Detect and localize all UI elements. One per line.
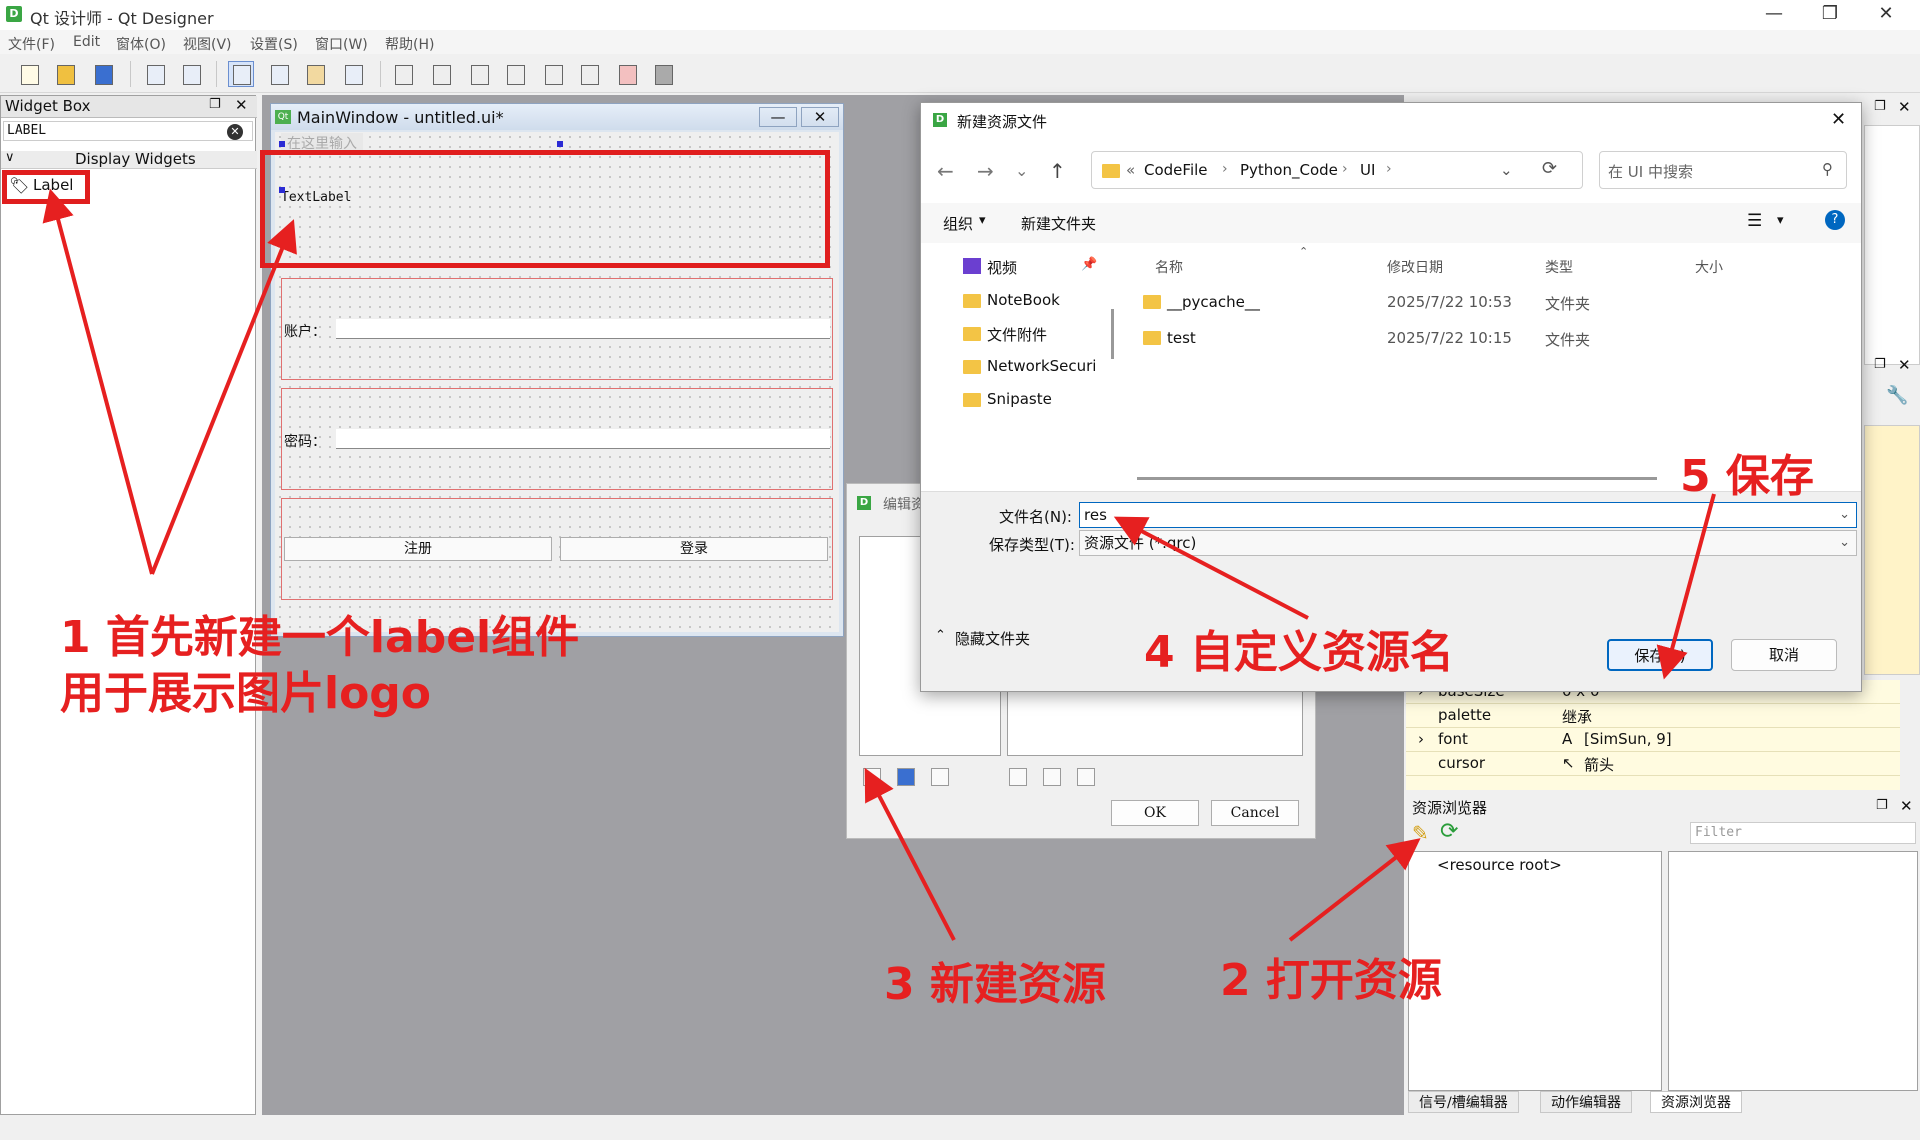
annotation-step-2: 2 打开资源 xyxy=(1220,955,1442,1006)
arrow-to-edit-resources xyxy=(1288,838,1421,942)
arrow-to-label-item xyxy=(42,188,154,575)
annotation-step-3: 3 新建资源 xyxy=(884,959,1106,1010)
annotation-step-5: 5 保存 xyxy=(1680,451,1814,502)
arrow-to-text-label xyxy=(150,219,297,575)
arrow-to-save-button xyxy=(1656,493,1716,680)
annotation-step-1-line1: 1 首先新建一个label组件 xyxy=(60,612,580,663)
arrow-to-filename xyxy=(1113,516,1309,620)
annotation-step-4: 4 自定义资源名 xyxy=(1144,627,1454,678)
annotation-step-1: 1 首先新建一个label组件 用于展示图片logo xyxy=(60,610,579,722)
annotation-step-1-line2: 用于展示图片logo xyxy=(60,668,432,719)
arrow-to-new-resource xyxy=(864,767,956,941)
